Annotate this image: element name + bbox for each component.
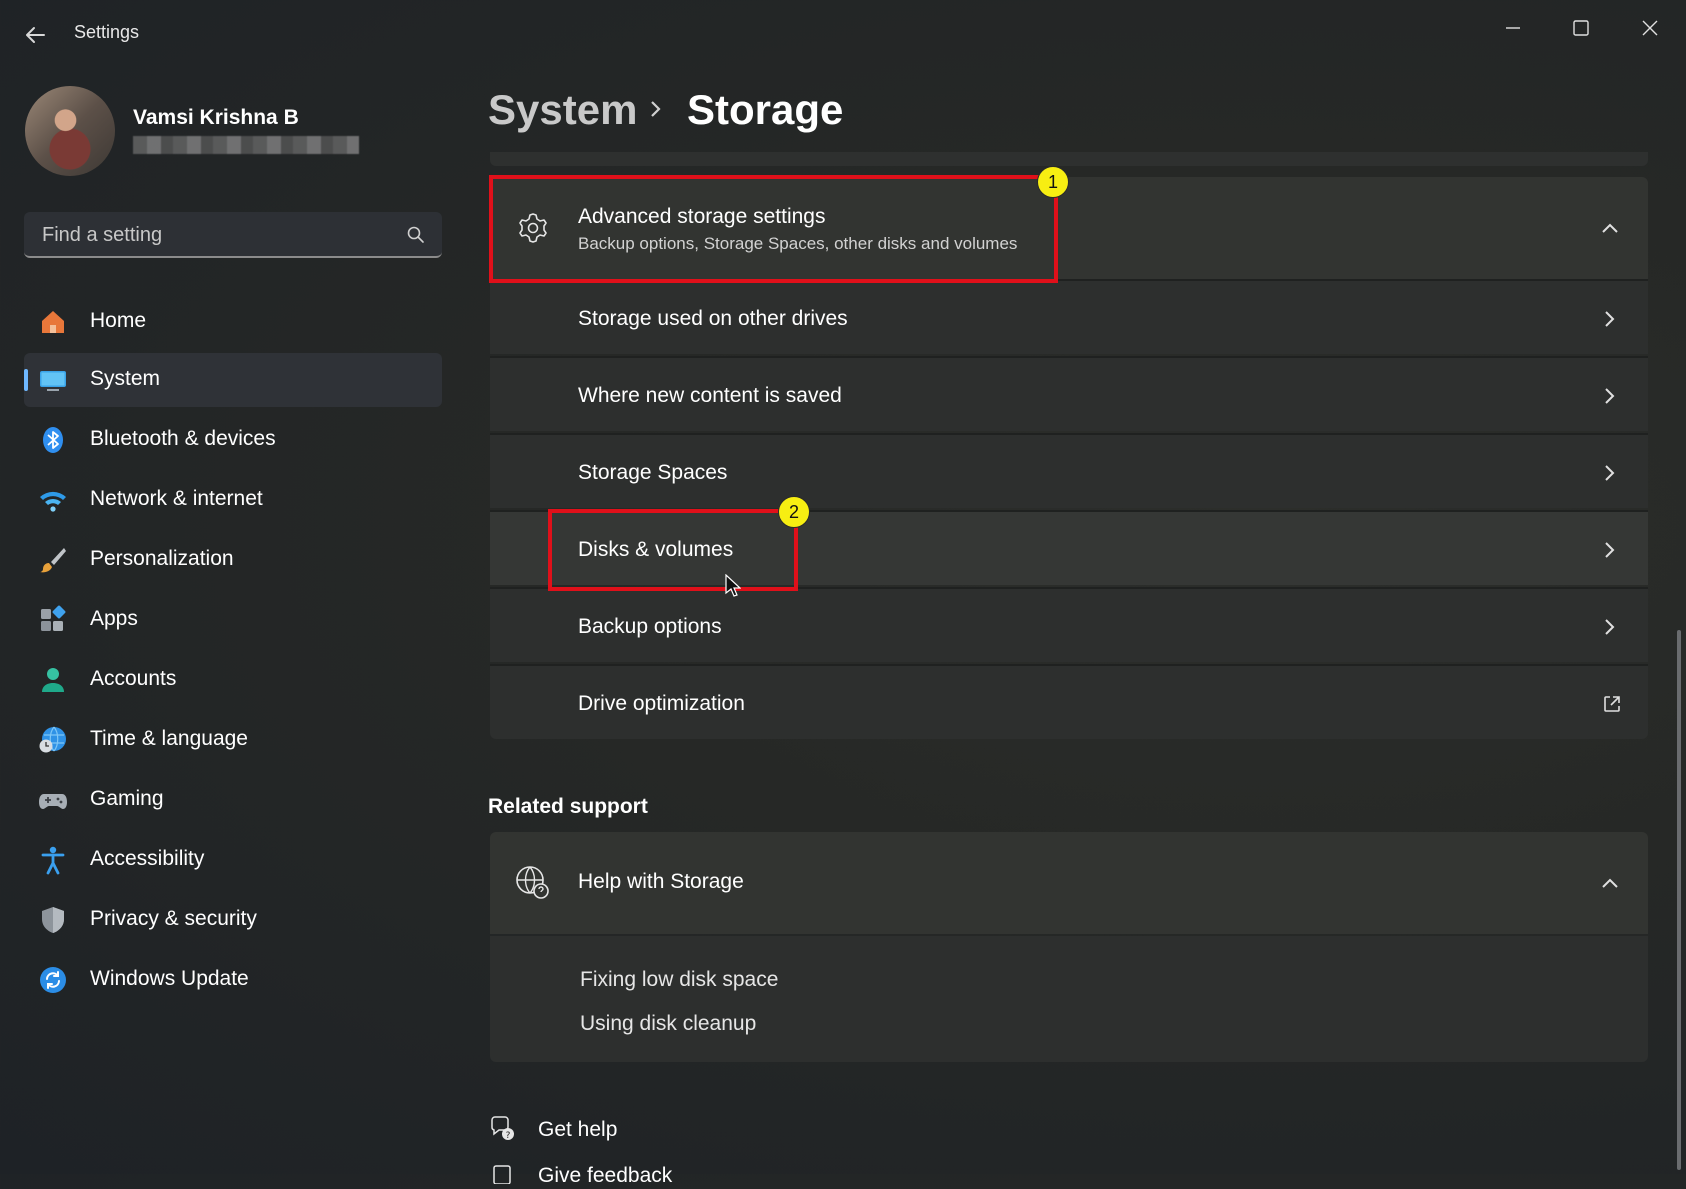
get-help-icon: ?	[488, 1114, 516, 1142]
chevron-right-icon	[1602, 463, 1618, 483]
annotation-badge-2: 2	[778, 496, 810, 528]
annotation-badge-1: 1	[1037, 166, 1069, 198]
user-name: Vamsi Krishna B	[133, 106, 299, 129]
accessibility-icon	[38, 845, 68, 875]
nav-label-accessibility: Accessibility	[90, 847, 205, 870]
title-bar: Settings	[0, 0, 1686, 68]
gamepad-icon	[38, 785, 68, 815]
chevron-right-icon	[1602, 617, 1618, 637]
nav-item-home[interactable]: Home	[24, 295, 442, 349]
user-email-redacted	[133, 136, 359, 154]
storage-spaces-row[interactable]: Storage Spaces	[490, 433, 1648, 508]
nav-label-home: Home	[90, 309, 147, 332]
globe-clock-icon	[38, 725, 68, 755]
nav-label-apps: Apps	[90, 607, 138, 630]
nav-label-accounts: Accounts	[90, 667, 177, 690]
nav-item-accessibility[interactable]: Accessibility	[24, 833, 442, 887]
nav-label-windows-update: Windows Update	[90, 967, 249, 990]
update-icon	[38, 965, 68, 995]
monitor-icon	[38, 365, 68, 395]
active-indicator	[24, 369, 28, 391]
window-title: Settings	[74, 22, 140, 42]
nav-item-gaming[interactable]: Gaming	[24, 773, 442, 827]
page-title: Storage	[687, 86, 844, 133]
give-feedback-link[interactable]: Give feedback	[538, 1164, 672, 1188]
nav-label-gaming: Gaming	[90, 787, 164, 810]
nav-item-time-language[interactable]: Time & language	[24, 713, 442, 767]
help-with-storage-header[interactable]: Help with Storage	[490, 832, 1648, 934]
search-input[interactable]	[40, 212, 394, 258]
chevron-up-icon[interactable]	[1602, 219, 1618, 239]
annotation-highlight-2	[548, 509, 798, 591]
bluetooth-icon	[38, 425, 68, 455]
brush-icon	[38, 545, 68, 575]
feedback-icon	[492, 1164, 516, 1185]
drive-optimization-row[interactable]: Drive optimization	[490, 664, 1648, 739]
chevron-right-icon	[646, 96, 666, 122]
breadcrumb-parent[interactable]: System	[488, 86, 637, 134]
nav-item-network[interactable]: Network & internet	[24, 473, 442, 527]
nav-item-bluetooth[interactable]: Bluetooth & devices	[24, 413, 442, 467]
mouse-cursor-icon	[725, 573, 742, 598]
row-label: Backup options	[578, 615, 722, 638]
nav-label-time-language: Time & language	[90, 727, 248, 750]
back-arrow-icon[interactable]	[20, 20, 50, 50]
chevron-right-icon	[1602, 386, 1618, 406]
get-help-link[interactable]: Get help	[538, 1118, 617, 1142]
nav-item-privacy[interactable]: Privacy & security	[24, 893, 442, 947]
nav-item-accounts[interactable]: Accounts	[24, 653, 442, 707]
shield-icon	[38, 905, 68, 935]
nav-item-apps[interactable]: Apps	[24, 593, 442, 647]
search-box[interactable]	[24, 212, 442, 258]
previous-card-edge	[490, 152, 1648, 166]
related-support-heading: Related support	[488, 795, 648, 818]
row-label: Drive optimization	[578, 692, 745, 715]
scrollbar-thumb[interactable]	[1677, 630, 1681, 1170]
close-button[interactable]	[1622, 8, 1678, 48]
nav-label-personalization: Personalization	[90, 547, 234, 570]
where-new-content-saved-row[interactable]: Where new content is saved	[490, 356, 1648, 431]
nav-label-network: Network & internet	[90, 487, 263, 510]
annotation-highlight-1	[489, 175, 1058, 283]
wifi-icon	[38, 485, 68, 515]
globe-help-icon	[514, 864, 550, 900]
storage-used-other-drives-row[interactable]: Storage used on other drives	[490, 279, 1648, 354]
help-link-using-disk-cleanup[interactable]: Using disk cleanup	[580, 1012, 756, 1036]
nav-label-bluetooth: Bluetooth & devices	[90, 427, 276, 450]
row-label: Storage Spaces	[578, 461, 728, 484]
nav-item-system[interactable]: System	[24, 353, 442, 407]
help-with-storage-title: Help with Storage	[578, 870, 744, 893]
row-label: Where new content is saved	[578, 384, 842, 407]
help-with-storage-body: Fixing low disk space Using disk cleanup	[490, 936, 1648, 1062]
nav-label-system: System	[90, 367, 161, 390]
external-link-icon	[1602, 694, 1622, 714]
help-link-fixing-low-disk-space[interactable]: Fixing low disk space	[580, 968, 778, 992]
row-label: Storage used on other drives	[578, 307, 848, 330]
svg-text:?: ?	[506, 1131, 511, 1141]
person-icon	[38, 665, 68, 695]
search-icon[interactable]	[406, 225, 426, 245]
home-icon	[38, 307, 68, 337]
chevron-right-icon	[1602, 309, 1618, 329]
avatar[interactable]	[25, 86, 115, 176]
chevron-right-icon	[1602, 540, 1618, 560]
nav-item-windows-update[interactable]: Windows Update	[24, 953, 442, 1007]
minimize-button[interactable]	[1485, 8, 1541, 48]
apps-icon	[38, 605, 68, 635]
nav-item-personalization[interactable]: Personalization	[24, 533, 442, 587]
nav-label-privacy: Privacy & security	[90, 907, 257, 930]
backup-options-row[interactable]: Backup options	[490, 587, 1648, 662]
chevron-up-icon[interactable]	[1602, 874, 1618, 894]
maximize-button[interactable]	[1553, 8, 1609, 48]
